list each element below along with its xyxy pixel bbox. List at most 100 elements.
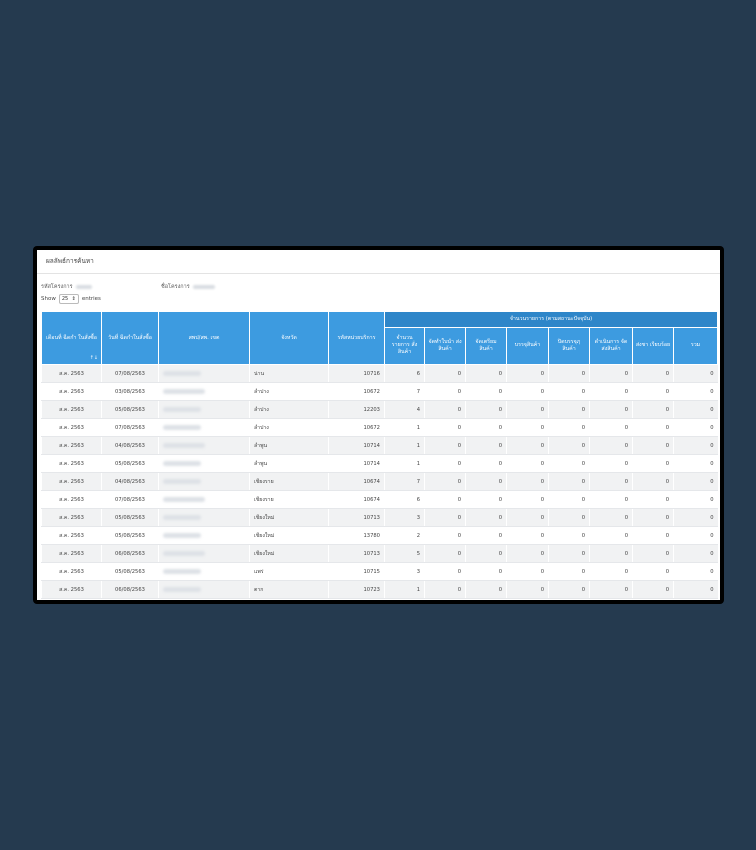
count-cell: 0 [506, 544, 549, 563]
count-cell: 0 [465, 580, 507, 599]
school-cell [158, 526, 250, 545]
redacted-value [163, 550, 205, 556]
count-cell: 4 [384, 400, 425, 419]
month-cell: ส.ค. 2563 [41, 544, 102, 563]
month-cell: ส.ค. 2563 [41, 436, 102, 455]
unit-code-cell: 13780 [328, 526, 385, 545]
count-cell: 0 [672, 544, 718, 563]
date-cell: 06/08/2563 [101, 544, 159, 563]
redacted-value [192, 284, 215, 289]
count-cell: 0 [506, 598, 549, 600]
count-cell: 6 [384, 364, 425, 383]
count-cell: 0 [424, 526, 466, 545]
table-row: ส.ค. 2563 07/08/2563 เชียงราย 10674 6 0 0 0 0 0 0 0 [41, 490, 718, 509]
count-cell: 0 [506, 454, 549, 473]
month-cell: ส.ค. 2563 [41, 382, 102, 401]
col-month-header[interactable]: เดือนที่ ฉีดกำ ในสั่งซื้อ ↑↓ [41, 311, 102, 365]
school-cell [158, 472, 250, 491]
count-cell: 0 [465, 364, 507, 383]
entries-select[interactable]: 25 ⇕ [58, 294, 79, 304]
count-cell: 0 [589, 508, 633, 527]
count-cell: 0 [672, 364, 718, 383]
school-cell [158, 364, 250, 383]
date-cell: 04/08/2563 [101, 472, 159, 491]
count-cell: 0 [506, 526, 549, 545]
count-cell: 3 [384, 562, 425, 581]
table-row: ส.ค. 2563 03/08/2563 ลำปาง 10672 7 0 0 0 0 0 0 0 [41, 382, 718, 401]
count-cell: 0 [424, 454, 466, 473]
count-cell: 0 [632, 490, 674, 509]
province-cell: ตาก [249, 580, 329, 599]
project-code-label: รหัสโครงการ [41, 284, 73, 290]
col-sealed-header[interactable]: ปิดบรรจุภุ สินค้า [548, 326, 590, 366]
date-cell: 07/08/2563 [101, 490, 159, 509]
count-cell: 0 [632, 598, 674, 600]
count-cell: 0 [548, 490, 590, 509]
count-cell: 0 [465, 508, 507, 527]
table-row: ส.ค. 256305/08/2563พิษณุโลก1497240000000 [41, 598, 718, 600]
count-cell: 0 [672, 436, 718, 455]
count-cell: 0 [424, 400, 466, 419]
count-cell: 0 [632, 454, 674, 473]
province-cell: เชียงใหม่ [249, 508, 329, 527]
redacted-value [163, 424, 201, 430]
unit-code-cell: 10723 [328, 580, 385, 599]
project-name-row: ชื่อโครงการ [161, 283, 215, 291]
col-packing-header[interactable]: บรรจุสินค้า [506, 326, 549, 366]
col-preparing-header[interactable]: จัดเตรียม สินค้า [465, 326, 507, 366]
month-cell: ส.ค. 2563 [41, 454, 102, 473]
col-ordered-header[interactable]: จำนวน รายการ สั่ง สินค้า [384, 326, 425, 366]
count-cell: 0 [548, 562, 590, 581]
count-cell: 0 [506, 490, 549, 509]
count-cell: 0 [548, 400, 590, 419]
col-shipping-header[interactable]: ดำเนินการ จัดส่งสินค้า [589, 326, 633, 366]
col-province-header[interactable]: จังหวัด [249, 311, 329, 365]
show-label: Show [41, 296, 56, 302]
month-cell: ส.ค. 2563 [41, 526, 102, 545]
count-cell: 0 [589, 436, 633, 455]
count-cell: 0 [465, 382, 507, 401]
count-cell: 0 [548, 436, 590, 455]
count-cell: 0 [589, 544, 633, 563]
table-row: ส.ค. 2563 05/08/2563 เชียงใหม่ 13780 2 0 0 0 0 0 0… [41, 526, 718, 545]
table-row: ส.ค. 2563 05/08/2563 แพร่ 10715 3 0 0 0 0 0 0 0 [41, 562, 718, 581]
count-cell: 0 [632, 364, 674, 383]
project-code-row: รหัสโครงการ [41, 283, 92, 291]
count-cell: 0 [632, 562, 674, 581]
redacted-value [163, 388, 205, 394]
count-cell: 1 [384, 436, 425, 455]
col-delivery-doc-header[interactable]: จัดทำใบนำ ส่งสินค้า [424, 326, 466, 366]
entries-select-value: 25 [61, 296, 69, 302]
col-delivered-header[interactable]: ส่งชา เรียบร้อย [632, 326, 674, 366]
count-cell: 0 [632, 544, 674, 563]
redacted-value [163, 460, 201, 466]
count-cell: 0 [632, 418, 674, 437]
col-date-header[interactable]: วันที่ ฉีดกำในสั่งซื้อ [101, 311, 159, 365]
table-row: ส.ค. 2563 07/08/2563 น่าน 10716 6 0 0 0 0 0 0 0 [41, 364, 718, 383]
school-cell [158, 598, 250, 600]
count-cell: 1 [384, 580, 425, 599]
unit-code-cell: 10674 [328, 472, 385, 491]
count-cell: 0 [506, 400, 549, 419]
count-cell: 0 [424, 580, 466, 599]
province-cell: เชียงราย [249, 472, 329, 491]
count-cell: 0 [548, 418, 590, 437]
count-cell: 7 [384, 472, 425, 491]
school-cell [158, 490, 250, 509]
col-unit-code-header[interactable]: รหัสหน่วยบริการ [328, 311, 385, 365]
project-name-label: ชื่อโครงการ [161, 284, 190, 290]
count-cell: 0 [589, 526, 633, 545]
count-cell: 0 [632, 508, 674, 527]
col-school-header[interactable]: สพป/สพ. เขต [158, 311, 250, 365]
count-cell: 0 [465, 598, 507, 600]
school-cell [158, 418, 250, 437]
count-cell: 0 [632, 382, 674, 401]
date-cell: 03/08/2563 [101, 382, 159, 401]
count-cell: 0 [548, 382, 590, 401]
province-cell: ลำปาง [249, 418, 329, 437]
count-cell: 1 [384, 418, 425, 437]
col-total-header[interactable]: รวม [672, 326, 719, 366]
count-cell: 0 [548, 580, 590, 599]
unit-code-cell: 10714 [328, 436, 385, 455]
redacted-value [163, 496, 205, 502]
